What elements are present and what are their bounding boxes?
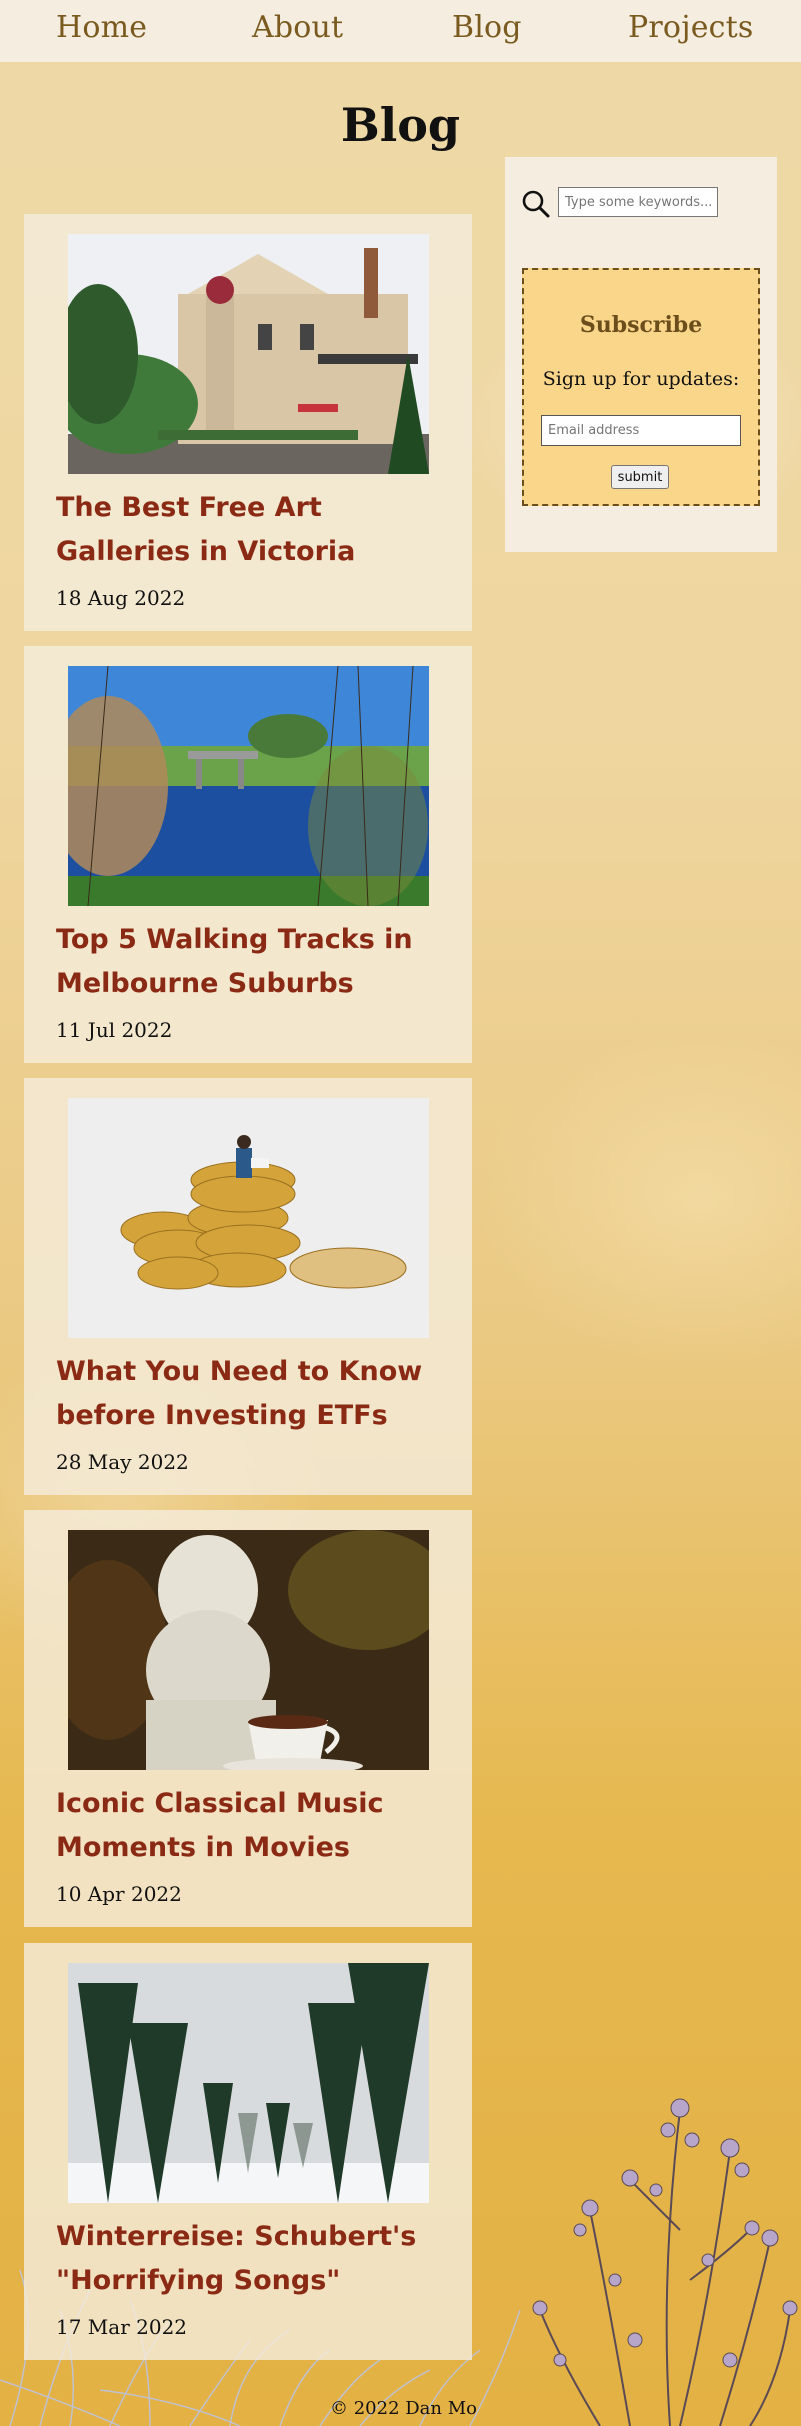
post-date: 18 Aug 2022 xyxy=(56,586,186,610)
submit-button[interactable]: submit xyxy=(611,465,669,489)
nav-link-blog[interactable]: Blog xyxy=(452,10,522,45)
post-card[interactable]: The Best Free Art Galleries in Victoria … xyxy=(24,214,472,631)
nav-link-home[interactable]: Home xyxy=(56,10,147,45)
post-date: 28 May 2022 xyxy=(56,1450,189,1474)
subscribe-heading: Subscribe xyxy=(579,312,703,338)
post-date: 17 Mar 2022 xyxy=(56,2315,188,2339)
footer-copyright: © 2022 Dan Mo xyxy=(330,2398,477,2419)
top-navbar: Home About Blog Projects xyxy=(0,0,801,62)
post-title[interactable]: Top 5 Walking Tracks in Melbourne Suburb… xyxy=(56,918,456,1006)
post-image-snowy-forest[interactable] xyxy=(68,1963,429,2203)
dried-flowers-illustration xyxy=(532,2098,798,2426)
subscribe-box: Subscribe Sign up for updates: submit xyxy=(522,268,760,506)
post-card[interactable]: What You Need to Know before Investing E… xyxy=(24,1078,472,1495)
post-image-river-bridge[interactable] xyxy=(68,666,429,906)
post-image-beethoven-bust[interactable] xyxy=(68,1530,429,1770)
search-icon[interactable] xyxy=(521,189,551,219)
post-card[interactable]: Top 5 Walking Tracks in Melbourne Suburb… xyxy=(24,646,472,1063)
email-field[interactable] xyxy=(541,415,741,446)
post-date: 10 Apr 2022 xyxy=(56,1882,182,1906)
post-title[interactable]: Iconic Classical Music Moments in Movies xyxy=(56,1782,456,1870)
nav-link-about[interactable]: About xyxy=(252,10,343,45)
sidebar: Subscribe Sign up for updates: submit xyxy=(505,157,777,552)
post-image-victorian-mansion[interactable] xyxy=(68,234,429,474)
post-date: 11 Jul 2022 xyxy=(56,1018,173,1042)
page-title: Blog xyxy=(340,98,461,152)
post-title[interactable]: The Best Free Art Galleries in Victoria xyxy=(56,486,456,574)
subscribe-text: Sign up for updates: xyxy=(542,368,740,390)
post-card[interactable]: Winterreise: Schubert's "Horrifying Song… xyxy=(24,1943,472,2360)
search-input[interactable] xyxy=(558,187,718,217)
post-title[interactable]: Winterreise: Schubert's "Horrifying Song… xyxy=(56,2215,456,2303)
nav-link-projects[interactable]: Projects xyxy=(628,10,754,45)
post-image-coins-figurine[interactable] xyxy=(68,1098,429,1338)
post-card[interactable]: Iconic Classical Music Moments in Movies… xyxy=(24,1510,472,1927)
post-title[interactable]: What You Need to Know before Investing E… xyxy=(56,1350,456,1438)
